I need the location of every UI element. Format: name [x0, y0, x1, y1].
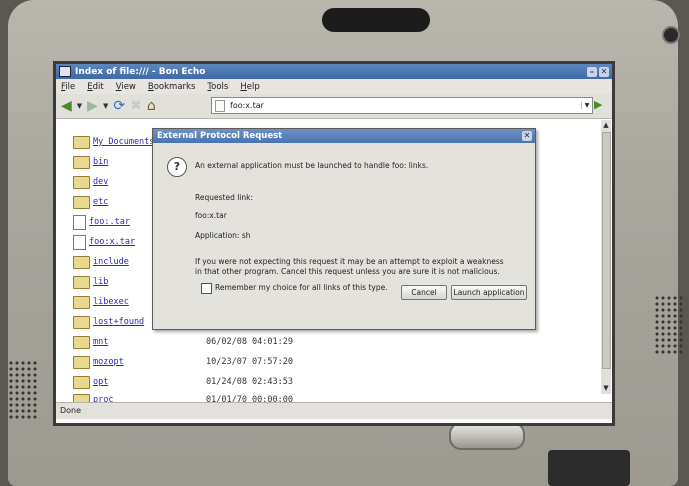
close-window-icon[interactable]: ✕: [599, 66, 609, 77]
folder-icon: [73, 195, 90, 209]
vertical-scrollbar[interactable]: ▲ ▼: [601, 120, 611, 394]
go-arrow-icon[interactable]: ▶: [594, 98, 602, 111]
file-link[interactable]: foo:.tar: [89, 217, 130, 227]
scroll-down-icon[interactable]: ▼: [602, 384, 610, 392]
file-link[interactable]: libexec: [93, 297, 129, 307]
folder-icon: [73, 375, 90, 389]
warning-text-line2: in that other program. Cancel this reque…: [195, 267, 500, 276]
modified-date: 01/24/08 02:43:53: [206, 377, 293, 387]
folder-icon: [73, 335, 90, 349]
browser-window: Index of file:/// - Bon Echo – ✕ File Ed…: [53, 61, 615, 426]
home-icon[interactable]: ⌂: [147, 98, 156, 114]
address-bar[interactable]: foo:x.tar ▼: [211, 97, 593, 114]
file-link[interactable]: bin: [93, 157, 108, 167]
external-protocol-dialog: External Protocol Request ✕ ? An externa…: [152, 128, 536, 330]
list-item[interactable]: foo:x.tar: [73, 234, 135, 250]
menu-view[interactable]: View: [116, 82, 136, 92]
menu-edit[interactable]: Edit: [87, 82, 103, 92]
requested-link-value: foo:x.tar: [195, 211, 227, 220]
scrollbar-thumb[interactable]: [602, 132, 611, 369]
reload-icon[interactable]: ⟳: [113, 98, 125, 114]
file-link[interactable]: mozopt: [93, 357, 124, 367]
hardware-home-button[interactable]: [449, 422, 525, 450]
address-input[interactable]: foo:x.tar: [230, 101, 264, 110]
file-icon: [73, 234, 86, 250]
launch-application-button[interactable]: Launch application: [451, 285, 527, 300]
list-item[interactable]: bin: [73, 154, 108, 170]
dialog-close-icon[interactable]: ✕: [522, 131, 532, 141]
menu-help[interactable]: Help: [240, 82, 259, 92]
modified-date: 10/23/07 07:57:20: [206, 357, 293, 367]
folder-icon: [73, 275, 90, 289]
list-item[interactable]: include: [73, 254, 129, 270]
file-link[interactable]: opt: [93, 377, 108, 387]
window-title: Index of file:/// - Bon Echo: [75, 66, 206, 77]
back-dropdown-icon[interactable]: ▼: [77, 98, 82, 114]
speaker-grille-right: [654, 295, 684, 355]
file-link[interactable]: include: [93, 257, 129, 267]
app-icon: [59, 66, 71, 77]
file-link[interactable]: lib: [93, 277, 108, 287]
remember-choice-checkbox[interactable]: [201, 283, 212, 294]
list-item[interactable]: libexec: [73, 294, 129, 310]
folder-icon: [73, 155, 90, 169]
menu-file[interactable]: File: [61, 82, 75, 92]
list-item[interactable]: lost+found: [73, 314, 144, 330]
device-hinge: [548, 450, 630, 486]
dialog-title: External Protocol Request: [157, 131, 283, 141]
title-bar: Index of file:/// - Bon Echo – ✕: [56, 64, 612, 79]
question-icon: ?: [167, 157, 187, 177]
folder-icon: [73, 175, 90, 189]
file-link[interactable]: lost+found: [93, 317, 144, 327]
file-link[interactable]: dev: [93, 177, 108, 187]
cancel-button[interactable]: Cancel: [401, 285, 447, 300]
back-arrow-icon[interactable]: ◀: [61, 98, 72, 114]
status-bar: Done: [56, 402, 612, 419]
forward-arrow-icon[interactable]: ▶: [87, 98, 98, 114]
application-label: Application: sh: [195, 231, 251, 240]
page-icon: [215, 99, 225, 112]
folder-icon: [73, 135, 90, 149]
dialog-title-bar: External Protocol Request ✕: [153, 129, 535, 143]
file-link[interactable]: My Documents: [93, 137, 154, 147]
list-item[interactable]: My Documents: [73, 134, 154, 150]
menu-tools[interactable]: Tools: [207, 82, 228, 92]
camera-slot: [322, 8, 430, 32]
menu-bar: File Edit View Bookmarks Tools Help: [56, 79, 612, 94]
list-item[interactable]: etc: [73, 194, 108, 210]
list-item[interactable]: foo:.tar: [73, 214, 130, 230]
dialog-message: An external application must be launched…: [195, 161, 429, 170]
folder-icon: [73, 255, 90, 269]
url-history-dropdown-icon[interactable]: ▼: [581, 102, 592, 109]
scroll-up-icon[interactable]: ▲: [602, 121, 610, 129]
file-link[interactable]: foo:x.tar: [89, 237, 135, 247]
speaker-grille-left: [8, 360, 38, 420]
menu-bookmarks[interactable]: Bookmarks: [148, 82, 196, 92]
forward-dropdown-icon[interactable]: ▼: [103, 98, 108, 114]
folder-icon: [73, 295, 90, 309]
file-link[interactable]: mnt: [93, 337, 108, 347]
stop-icon[interactable]: ✖: [130, 98, 142, 114]
remember-choice-label[interactable]: Remember my choice for all links of this…: [215, 283, 388, 292]
list-item[interactable]: opt: [73, 374, 108, 390]
requested-link-label: Requested link:: [195, 193, 254, 202]
folder-icon: [73, 315, 90, 329]
list-item[interactable]: mnt: [73, 334, 108, 350]
list-item[interactable]: dev: [73, 174, 108, 190]
power-indicator: [662, 26, 680, 44]
list-item[interactable]: mozopt: [73, 354, 124, 370]
modified-date: 06/02/08 04:01:29: [206, 337, 293, 347]
folder-icon: [73, 355, 90, 369]
minimize-icon[interactable]: –: [587, 66, 597, 77]
warning-text-line1: If you were not expecting this request i…: [195, 257, 504, 266]
list-item[interactable]: lib: [73, 274, 108, 290]
file-icon: [73, 214, 86, 230]
file-link[interactable]: etc: [93, 197, 108, 207]
